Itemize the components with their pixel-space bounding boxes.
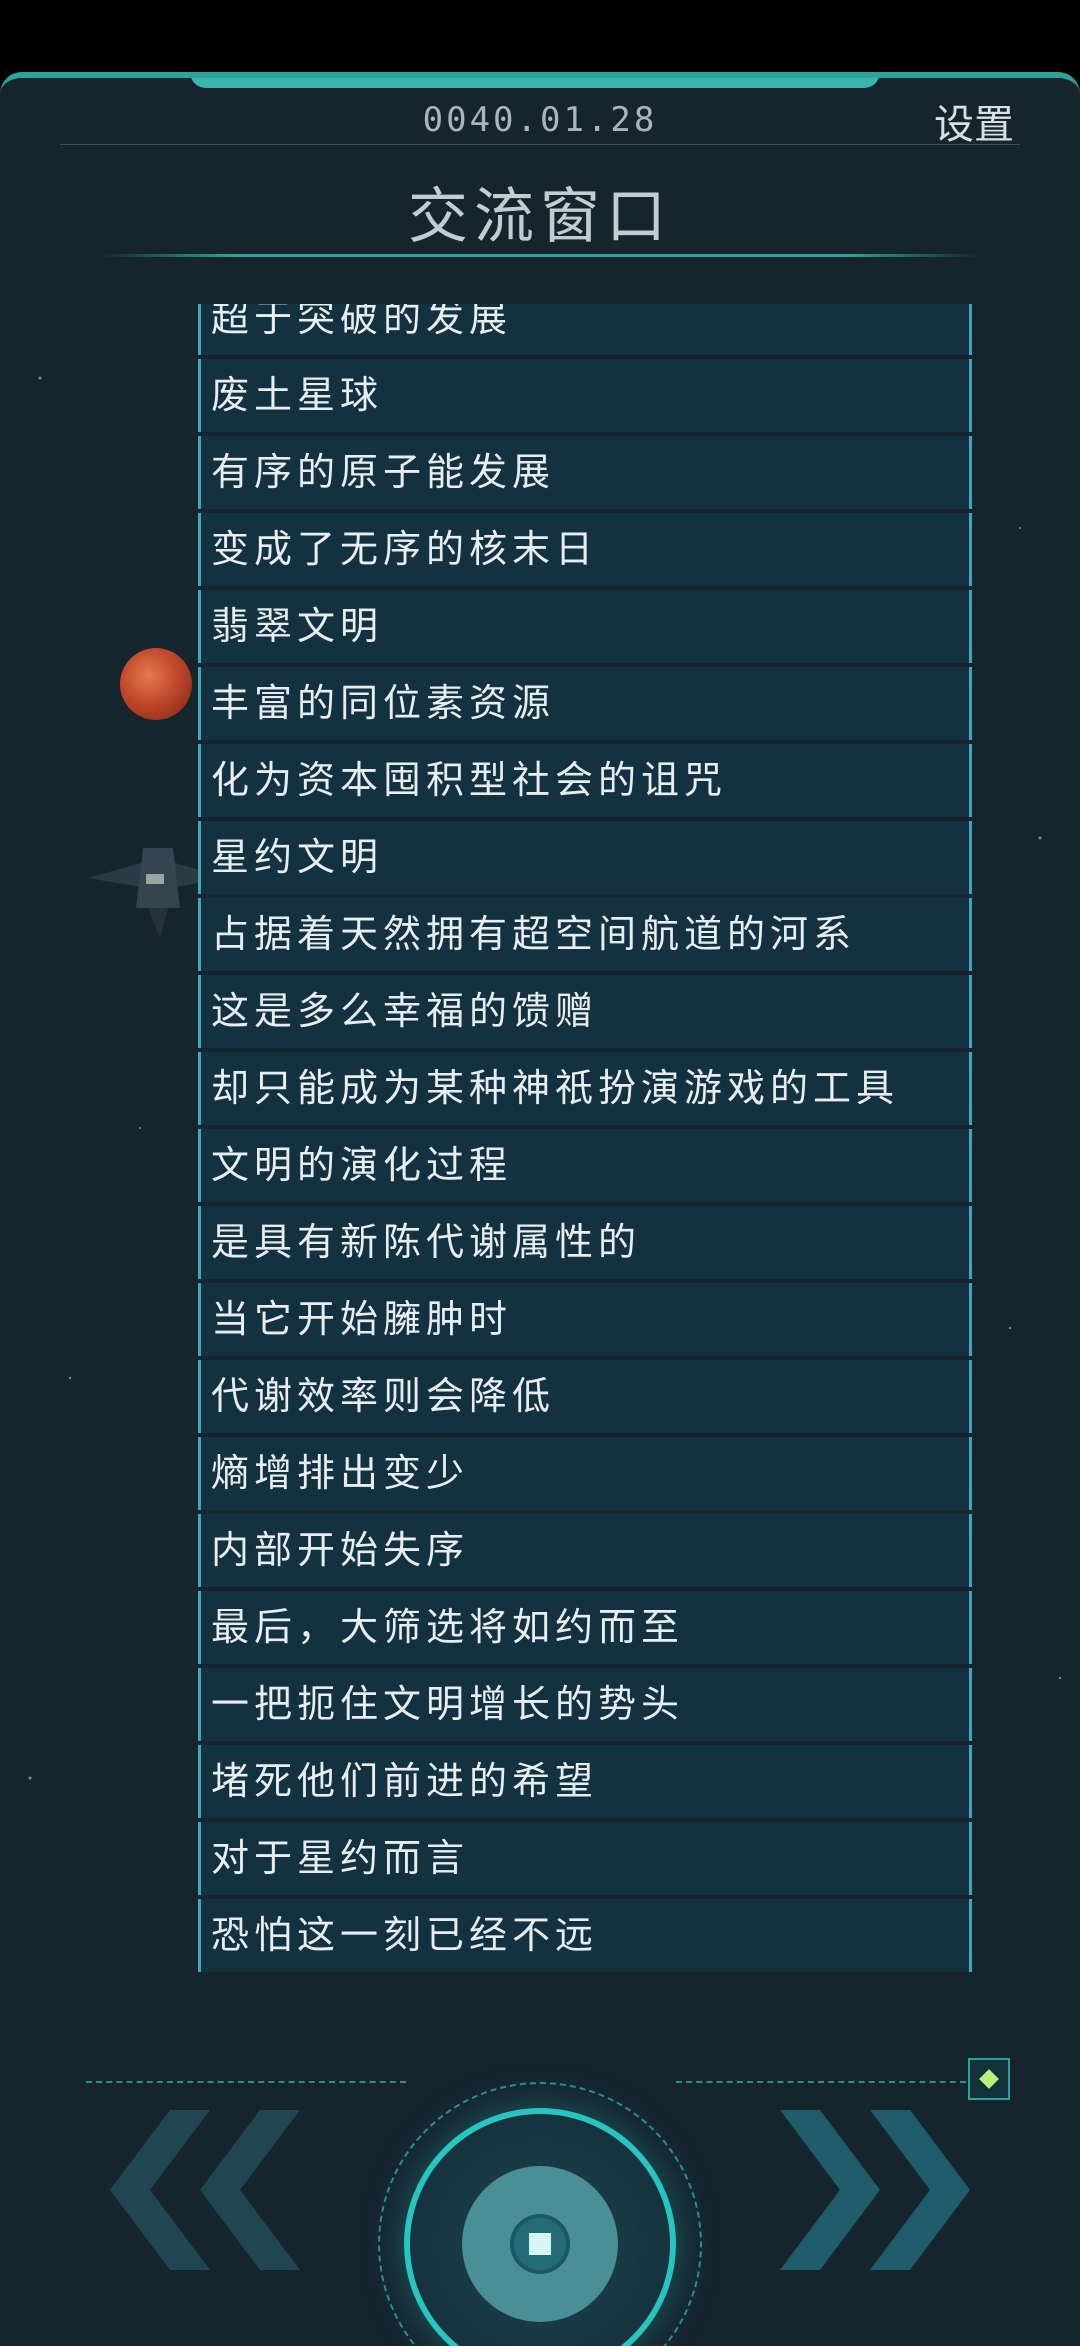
message-row: 代谢效率则会降低 (198, 1360, 972, 1433)
status-bar (0, 0, 1080, 72)
message-row: 星约文明 (198, 821, 972, 894)
message-row: 占据着天然拥有超空间航道的河系 (198, 898, 972, 971)
dashed-line-left (86, 2081, 406, 2083)
message-row: 当它开始臃肿时 (198, 1283, 972, 1356)
center-button-inner (462, 2166, 618, 2322)
message-row: 变成了无序的核末日 (198, 513, 972, 586)
header-divider (60, 144, 1020, 145)
dashed-line-right (676, 2081, 966, 2083)
message-list[interactable]: 超于突破的发展 废土星球 有序的原子能发展 变成了无序的核末日 翡翠文明 丰富的同位素资源… (198, 304, 972, 1974)
message-list-content: 超于突破的发展 废土星球 有序的原子能发展 变成了无序的核末日 翡翠文明 丰富的同位素资源… (198, 304, 972, 1974)
planet-icon (120, 648, 192, 720)
message-row: 堵死他们前进的希望 (198, 1745, 972, 1818)
center-button-core (510, 2214, 570, 2274)
control-panel (0, 1998, 1080, 2346)
message-row: 文明的演化过程 (198, 1129, 972, 1202)
message-row: 丰富的同位素资源 (198, 667, 972, 740)
message-row: 这是多么幸福的馈赠 (198, 975, 972, 1048)
game-date: 0040.01.28 (422, 100, 658, 140)
double-chevron-left-icon[interactable] (100, 2110, 320, 2270)
message-row: 对于星约而言 (198, 1822, 972, 1895)
message-row: 最后，大筛选将如约而至 (198, 1591, 972, 1664)
double-chevron-right-icon[interactable] (760, 2110, 980, 2270)
message-row: 有序的原子能发展 (198, 436, 972, 509)
message-row: 化为资本囤积型社会的诅咒 (198, 744, 972, 817)
message-row: 是具有新陈代谢属性的 (198, 1206, 972, 1279)
message-row: 一把扼住文明增长的势头 (198, 1668, 972, 1741)
message-row: 废土星球 (198, 359, 972, 432)
diamond-icon[interactable] (968, 2058, 1010, 2100)
message-row: 翡翠文明 (198, 590, 972, 663)
dialog-window: 0040.01.28 设置 交流窗口 超于突破的发展 废土星球 有序的原子能发展 变成… (0, 72, 1080, 2346)
settings-button[interactable]: 设置 (934, 92, 1014, 150)
stop-square-icon (529, 2233, 551, 2255)
message-row: 内部开始失序 (198, 1514, 972, 1587)
title-underline (100, 254, 980, 257)
frame-top-glow (190, 78, 880, 88)
window-title: 交流窗口 (408, 182, 672, 252)
message-row: 超于突破的发展 (198, 304, 972, 355)
message-row: 却只能成为某种神祇扮演游戏的工具 (198, 1052, 972, 1125)
message-row: 恐怕这一刻已经不远 (198, 1899, 972, 1972)
message-row: 熵增排出变少 (198, 1437, 972, 1510)
